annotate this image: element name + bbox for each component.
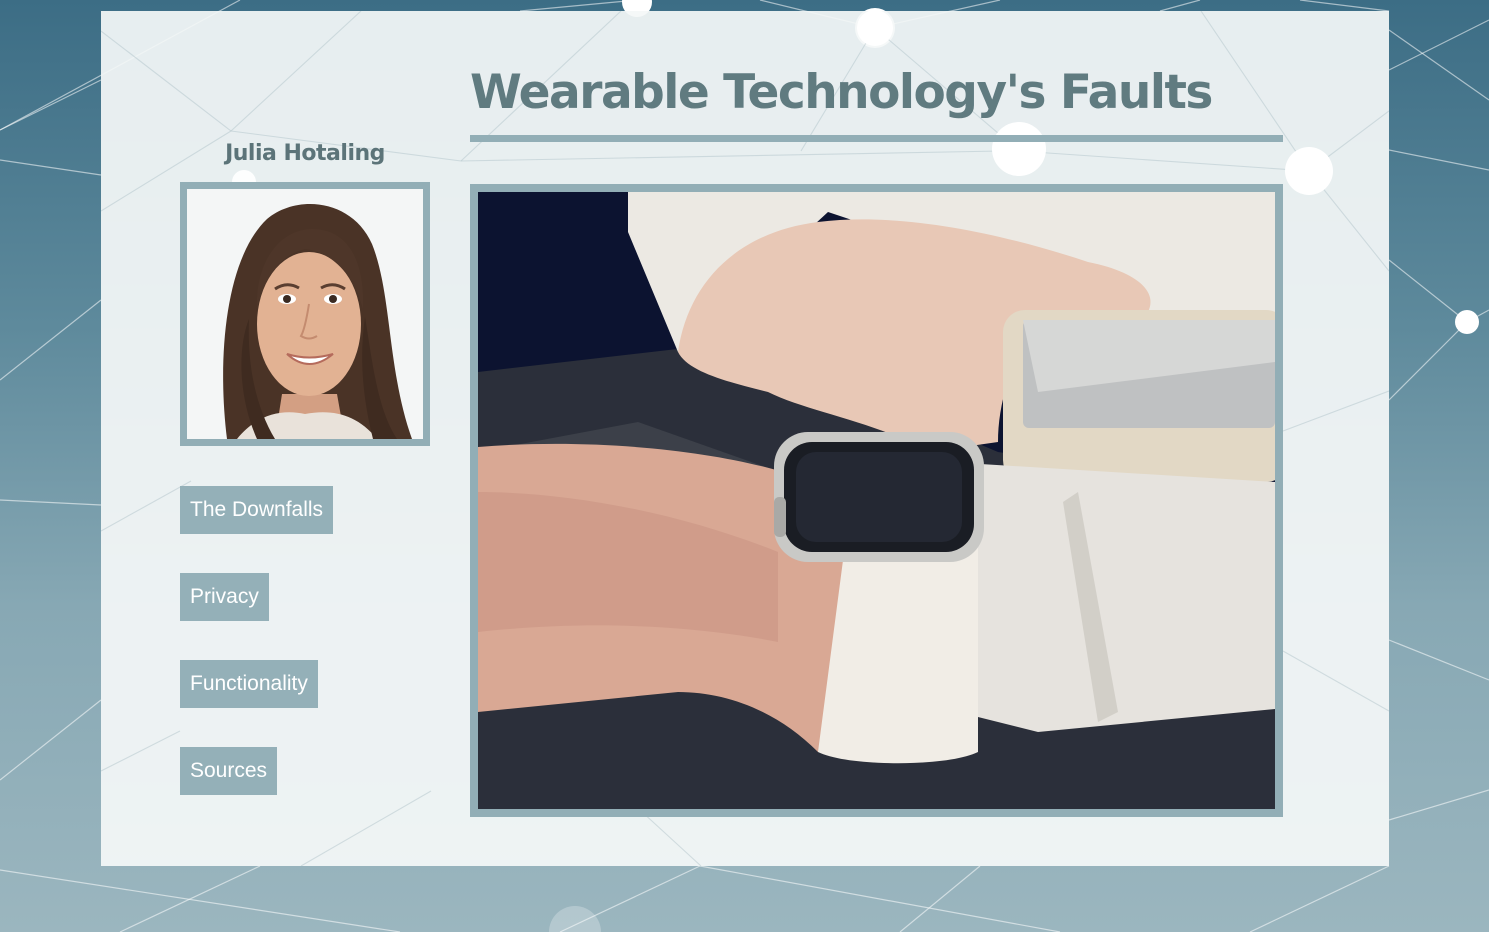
hero-image-frame xyxy=(470,184,1283,817)
nav-button-sources[interactable]: Sources xyxy=(180,747,278,795)
author-portrait xyxy=(180,182,430,446)
nav-button-privacy[interactable]: Privacy xyxy=(180,573,269,621)
nav-button-the-downfalls[interactable]: The Downfalls xyxy=(180,486,334,534)
smartwatch-photo xyxy=(478,192,1275,809)
nav-button-functionality[interactable]: Functionality xyxy=(180,660,318,708)
page-title: Wearable Technology's Faults xyxy=(470,65,1213,120)
author-name: Julia Hotaling xyxy=(225,141,385,166)
content-panel: Julia Hotaling Wearable Technology's Fau… xyxy=(101,11,1389,866)
title-underline xyxy=(470,135,1283,142)
portrait-image xyxy=(187,189,423,439)
